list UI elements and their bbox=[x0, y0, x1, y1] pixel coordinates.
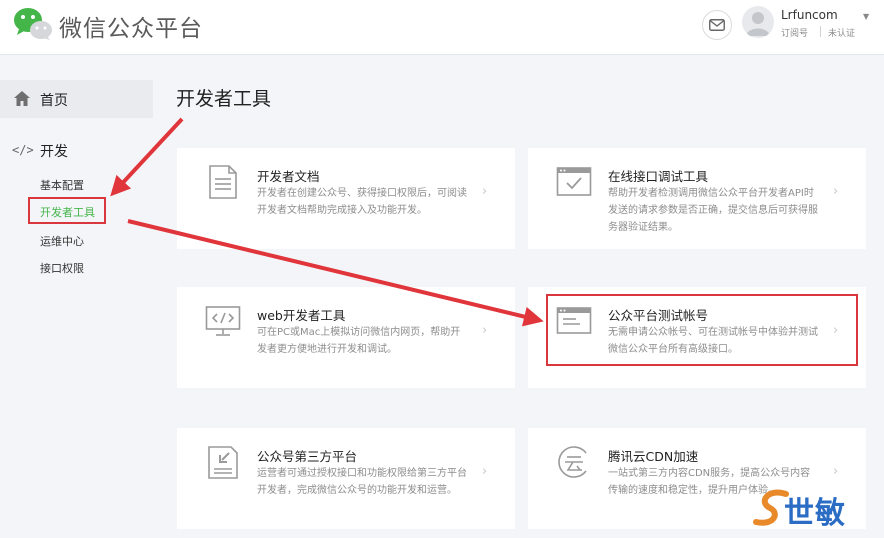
chevron-right-icon: › bbox=[482, 464, 488, 479]
code-icon: </> bbox=[12, 143, 34, 157]
sidebar-item-home[interactable]: 首页 bbox=[0, 80, 153, 118]
third-party-icon bbox=[208, 446, 238, 479]
caret-down-icon[interactable]: ▼ bbox=[863, 12, 869, 21]
card-title: 在线接口调试工具 bbox=[608, 169, 709, 184]
cloud-icon bbox=[558, 446, 587, 478]
account-type-label: 订阅号 bbox=[781, 29, 809, 39]
avatar[interactable] bbox=[742, 6, 774, 38]
chevron-right-icon: › bbox=[833, 184, 839, 199]
mail-icon bbox=[709, 19, 725, 31]
chevron-right-icon: › bbox=[833, 464, 839, 479]
account-verify-status: 未认证 bbox=[828, 29, 856, 39]
sidebar-item-api-permissions[interactable]: 接口权限 bbox=[40, 260, 84, 276]
document-icon bbox=[209, 165, 237, 199]
chevron-right-icon: › bbox=[482, 184, 488, 199]
card-description: 开发者在创建公众号、获得接口权限后，可阅读开发者文档帮助完成接入及功能开发。 bbox=[257, 188, 467, 216]
arrow-to-nav bbox=[110, 117, 184, 197]
browser-check-icon bbox=[556, 167, 592, 196]
card-web-dev-tools[interactable]: web开发者工具 可在PC或Mac上模拟访问微信内网页，帮助开发者更方便地进行开… bbox=[177, 287, 515, 388]
card-developer-docs[interactable]: 开发者文档 开发者在创建公众号、获得接口权限后，可阅读开发者文档帮助完成接入及功… bbox=[177, 148, 515, 249]
home-icon bbox=[14, 91, 30, 106]
page-title: 开发者工具 bbox=[176, 88, 272, 110]
highlight-box-test-account bbox=[546, 294, 858, 366]
account-separator bbox=[820, 26, 821, 37]
brand-title[interactable]: 微信公众平台 bbox=[59, 9, 203, 43]
watermark-text: 世敏 bbox=[784, 496, 846, 531]
sidebar-item-label: 首页 bbox=[40, 93, 68, 109]
card-description: 帮助开发者检测调用微信公众平台开发者API时发送的请求参数是否正确，提交信息后可… bbox=[608, 188, 818, 233]
card-api-debug-tool[interactable]: 在线接口调试工具 帮助开发者检测调用微信公众平台开发者API时发送的请求参数是否… bbox=[528, 148, 866, 249]
top-header: 微信公众平台 Lrfuncom 订阅号 未认证 ▼ bbox=[0, 0, 884, 55]
sidebar-item-basic-config[interactable]: 基本配置 bbox=[40, 177, 84, 193]
card-description: 运营者可通过授权接口和功能权限给第三方平台开发者，完成微信公众号的功能开发和运营… bbox=[257, 468, 467, 496]
highlight-box-nav bbox=[28, 197, 106, 224]
monitor-code-icon bbox=[205, 306, 241, 336]
user-icon bbox=[746, 12, 770, 36]
message-button[interactable] bbox=[702, 10, 732, 40]
account-name[interactable]: Lrfuncom bbox=[781, 8, 838, 22]
card-title: 开发者文档 bbox=[257, 169, 320, 184]
chevron-right-icon: › bbox=[482, 323, 488, 338]
card-third-party-platform[interactable]: 公众号第三方平台 运营者可通过授权接口和功能权限给第三方平台开发者，完成微信公众… bbox=[177, 428, 515, 529]
sidebar-section-develop[interactable]: 开发 bbox=[40, 141, 68, 161]
card-title: web开发者工具 bbox=[257, 308, 346, 323]
card-title: 公众号第三方平台 bbox=[257, 449, 358, 464]
wechat-logo-icon bbox=[14, 8, 52, 40]
card-description: 可在PC或Mac上模拟访问微信内网页，帮助开发者更方便地进行开发和调试。 bbox=[257, 327, 461, 355]
card-title: 腾讯云CDN加速 bbox=[608, 449, 699, 464]
sidebar-item-ops-center[interactable]: 运维中心 bbox=[40, 233, 84, 249]
